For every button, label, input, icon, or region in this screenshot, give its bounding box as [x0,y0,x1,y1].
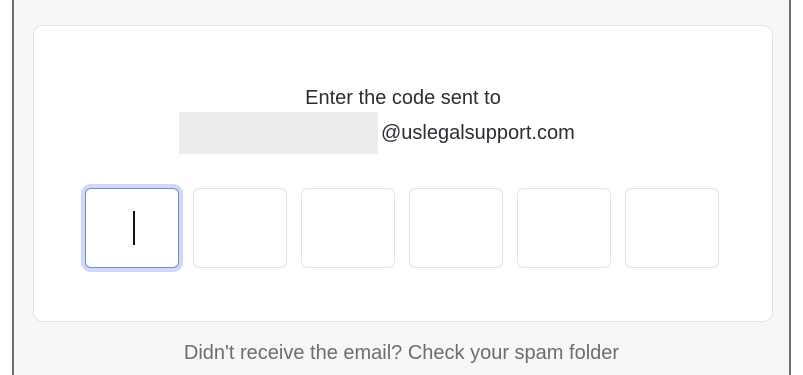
code-input-group [85,188,719,268]
code-digit-input-1[interactable] [85,188,179,268]
redacted-email-local-part [179,112,378,154]
verification-page: Enter the code sent to @uslegalsupport.c… [14,0,789,375]
verification-card: Enter the code sent to @uslegalsupport.c… [33,25,773,322]
code-digit-input-4[interactable] [409,188,503,268]
code-prompt: Enter the code sent to [305,87,501,109]
code-digit-input-2[interactable] [193,188,287,268]
code-digit-input-5[interactable] [517,188,611,268]
spam-folder-hint: Didn't receive the email? Check your spa… [183,342,620,364]
window-frame-right [789,0,803,375]
code-digit-input-6[interactable] [625,188,719,268]
code-digit-input-3[interactable] [301,188,395,268]
email-domain: @uslegalsupport.com [381,122,575,144]
email-address: @uslegalsupport.com [179,112,575,154]
text-caret [133,211,135,245]
window-frame-left [0,0,14,375]
